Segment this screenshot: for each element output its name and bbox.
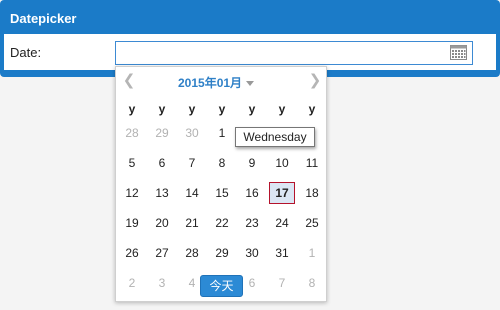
calendar-day[interactable]: 28 [119,122,145,144]
weekday-header: y [218,102,226,116]
calendar-day[interactable]: 8 [299,272,325,294]
weekday-header-row: yyyyyyy [119,98,327,120]
calendar-day[interactable]: 28 [179,242,205,264]
panel-body: Date: [4,34,496,70]
panel-title: Datepicker [10,11,77,26]
weekday-header: y [188,102,196,116]
calendar-day[interactable]: 16 [239,182,265,204]
calendar-day[interactable]: 3 [149,272,175,294]
calendar-week-row: 12 13 14 15 16 17 18 [119,182,327,204]
calendar-day-selected[interactable]: 17 [269,182,295,204]
calendar-day[interactable]: 5 [119,152,145,174]
calendar-day[interactable]: 29 [209,242,235,264]
calendar-day[interactable]: 22 [209,212,235,234]
month-title: 2015年01月 [178,76,243,90]
calendar-week-row: 19 20 21 22 23 24 25 [119,212,327,234]
calendar-week-row: 5 6 7 8 9 10 11 [119,152,327,174]
calendar-day[interactable]: 31 [269,242,295,264]
calendar-day[interactable]: 23 [239,212,265,234]
calendar-day[interactable]: 1 [299,242,325,264]
today-button[interactable]: 今天 [200,275,243,297]
calendar-day[interactable]: 7 [179,152,205,174]
weekday-header: y [278,102,286,116]
month-year-dropdown[interactable]: 2015年01月 [178,74,255,91]
caret-down-icon [246,81,255,87]
calendar-day[interactable]: 7 [269,272,295,294]
calendar-day[interactable]: 11 [299,152,325,174]
calendar-day[interactable]: 10 [269,152,295,174]
chevron-right-icon[interactable]: ❯ [308,73,322,89]
date-label: Date: [10,45,42,60]
calendar-day[interactable]: 14 [179,182,205,204]
weekday-header: y [128,102,136,116]
calendar-day[interactable]: 19 [119,212,145,234]
weekday-header: y [248,102,256,116]
calendar-day[interactable]: 2 [119,272,145,294]
calendar-day[interactable]: 27 [149,242,175,264]
calendar-week-row: 26 27 28 29 30 31 1 [119,242,327,264]
calendar-popup: ❮ 2015年01月 ❯ yyyyyyy 2829301234567891011… [115,66,327,302]
calendar-day[interactable]: 18 [299,182,325,204]
calendar-day[interactable]: 24 [269,212,295,234]
day-tooltip: Wednesday [235,127,315,147]
calendar-icon[interactable] [450,45,467,60]
calendar-day[interactable]: 25 [299,212,325,234]
date-input[interactable] [115,41,473,65]
weekday-header: y [158,102,166,116]
calendar-day[interactable]: 29 [149,122,175,144]
calendar-day[interactable]: 20 [149,212,175,234]
calendar-day[interactable]: 9 [239,152,265,174]
calendar-day[interactable]: 30 [179,122,205,144]
calendar-day[interactable]: 15 [209,182,235,204]
calendar-day[interactable]: 8 [209,152,235,174]
calendar-day[interactable]: 26 [119,242,145,264]
calendar-day[interactable]: 1 [209,122,235,144]
chevron-left-icon[interactable]: ❮ [122,73,136,89]
calendar-day[interactable]: 12 [119,182,145,204]
calendar-day[interactable]: 6 [149,152,175,174]
weekday-header: y [308,102,316,116]
calendar-day[interactable]: 13 [149,182,175,204]
calendar-day[interactable]: 30 [239,242,265,264]
calendar-day[interactable]: 21 [179,212,205,234]
